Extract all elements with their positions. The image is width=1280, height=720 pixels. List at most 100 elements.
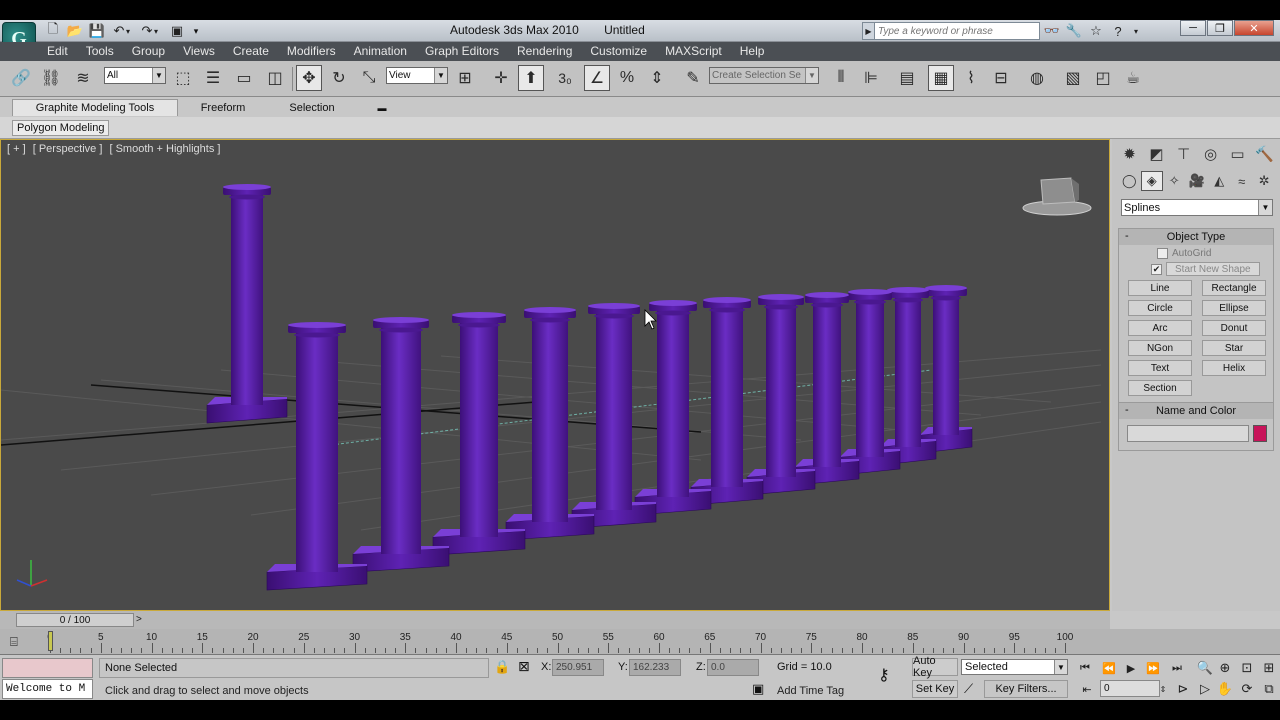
window-crossing-icon[interactable]: ◫ [262, 65, 288, 91]
menu-animation[interactable]: Animation [345, 44, 416, 58]
menu-tools[interactable]: Tools [77, 44, 123, 58]
rectangle-button[interactable]: Rectangle [1202, 280, 1266, 296]
menu-edit[interactable]: Edit [38, 44, 77, 58]
zoom-extents-icon[interactable]: ⊡ [1236, 658, 1258, 678]
keyboard-shortcut-override-icon[interactable]: ⬆ [518, 65, 544, 91]
schematic-view-icon[interactable]: ⊟ [988, 65, 1014, 91]
tab-selection[interactable]: Selection [270, 99, 354, 116]
snaps-toggle-icon[interactable]: 3₀ [552, 65, 578, 91]
zoom-extents-all-icon[interactable]: ⊞ [1258, 658, 1280, 678]
named-selection-sets-dropdown[interactable]: Create Selection Se ▼ [709, 67, 819, 84]
open-file-icon[interactable]: 📂 [66, 22, 84, 40]
donut-button[interactable]: Donut [1202, 320, 1266, 336]
space-warps-icon[interactable]: ≈ [1231, 171, 1254, 191]
menu-group[interactable]: Group [123, 44, 174, 58]
select-and-move-icon[interactable]: ✥ [296, 65, 322, 91]
viewcube[interactable] [1022, 177, 1092, 216]
play-icon[interactable]: ▶ [1120, 659, 1142, 677]
mini-curve-editor-icon[interactable]: ⌸ [10, 634, 18, 650]
absolute-mode-icon[interactable]: ⊠ [518, 658, 530, 675]
geometry-icon[interactable]: ◯ [1118, 171, 1141, 191]
column[interactable] [352, 317, 450, 573]
viewport-menu-plus[interactable]: [ + ] [7, 143, 26, 155]
select-and-scale-icon[interactable]: ⤡ [356, 65, 382, 91]
star-icon[interactable]: ☆ [1087, 22, 1105, 40]
tab-freeform[interactable]: Freeform [180, 99, 266, 116]
create-tab-icon[interactable]: ✹ [1116, 143, 1143, 165]
menu-graph-editors[interactable]: Graph Editors [416, 44, 508, 58]
mirror-icon[interactable]: ⫴ [828, 65, 854, 91]
render-production-icon[interactable]: ☕ [1120, 65, 1146, 91]
viewport-label[interactable]: [ + ] [ Perspective ] [ Smooth + Highlig… [7, 143, 224, 155]
frame-spinner-icon[interactable]: ⇕ [1158, 680, 1168, 698]
viewport-shading-label[interactable]: [ Smooth + Highlights ] [109, 143, 220, 155]
set-key-button[interactable]: Set Key [912, 680, 958, 698]
z-coordinate-field[interactable]: 0.0 [707, 659, 759, 676]
column[interactable] [919, 285, 973, 454]
material-editor-icon[interactable]: ◍ [1024, 65, 1050, 91]
maximize-icon[interactable]: ❐ [1207, 20, 1233, 36]
angle-snap-icon[interactable]: ∠ [584, 65, 610, 91]
minimize-icon[interactable]: ─ [1180, 20, 1206, 36]
redo-dropdown-icon[interactable]: ▾ [152, 22, 160, 40]
time-slider-thumb[interactable]: 0 / 100 [16, 613, 134, 627]
x-coordinate-field[interactable]: 250.951 [552, 659, 604, 676]
zoom-all-icon[interactable]: ⊕ [1214, 658, 1236, 678]
auto-key-button[interactable]: Auto Key [912, 655, 958, 679]
current-frame-field[interactable]: 0 [1100, 680, 1160, 697]
start-new-shape-button[interactable]: Start New Shape [1166, 262, 1260, 276]
helix-button[interactable]: Helix [1202, 360, 1266, 376]
key-mode-dropdown[interactable]: Selected ▼ [961, 659, 1068, 675]
column[interactable] [266, 322, 368, 591]
object-color-swatch[interactable] [1253, 425, 1267, 442]
viewport-view-label[interactable]: [ Perspective ] [33, 143, 103, 155]
field-of-view-icon[interactable]: ⊳ [1172, 679, 1194, 699]
edit-named-selection-icon[interactable]: ✎ [680, 65, 706, 91]
selection-lock-icon[interactable]: 🔒 [494, 659, 510, 675]
motion-tab-icon[interactable]: ◎ [1197, 143, 1224, 165]
perspective-viewport[interactable]: [ + ] [ Perspective ] [ Smooth + Highlig… [0, 139, 1110, 611]
set-keys-icon[interactable]: ⚷ [878, 665, 890, 685]
selection-filter-dropdown[interactable]: All ▼ [104, 67, 166, 84]
help-icon[interactable]: ? [1109, 22, 1127, 40]
polygon-modeling-panel[interactable]: Polygon Modeling [12, 120, 110, 136]
time-slider-next-icon[interactable]: > [136, 614, 142, 625]
display-tab-icon[interactable]: ▭ [1224, 143, 1251, 165]
menu-modifiers[interactable]: Modifiers [278, 44, 345, 58]
go-to-end-icon[interactable]: ⏭ [1166, 659, 1188, 677]
ellipse-button[interactable]: Ellipse [1202, 300, 1266, 316]
menu-rendering[interactable]: Rendering [508, 44, 581, 58]
key-filters-button[interactable]: Key Filters... [984, 680, 1068, 698]
spinner-snap-icon[interactable]: ⇕ [644, 65, 670, 91]
ribbon-options-icon[interactable]: ▬ [372, 99, 392, 116]
close-icon[interactable]: ✕ [1234, 20, 1274, 36]
walk-through-icon[interactable]: ▷ [1194, 679, 1216, 699]
help-dropdown-icon[interactable]: ▾ [1131, 22, 1141, 40]
render-setup-icon[interactable]: ▧ [1060, 65, 1086, 91]
text-button[interactable]: Text [1128, 360, 1192, 376]
menu-views[interactable]: Views [174, 44, 224, 58]
infocenter-search[interactable]: ▶ [862, 22, 1040, 40]
add-time-tag[interactable]: Add Time Tag [777, 685, 844, 697]
align-icon[interactable]: ⊫ [858, 65, 884, 91]
column[interactable] [206, 184, 288, 424]
pan-view-icon[interactable]: ✋ [1214, 679, 1236, 699]
orbit-icon[interactable]: ⟳ [1236, 679, 1258, 699]
search-input[interactable] [878, 25, 1038, 37]
autogrid-checkbox[interactable] [1157, 247, 1168, 259]
rendered-frame-window-icon[interactable]: ◰ [1090, 65, 1116, 91]
save-file-icon[interactable]: 💾 [88, 22, 106, 40]
pivot-center-icon[interactable]: ⊞ [452, 65, 478, 91]
shape-category-dropdown[interactable]: Splines ▼ [1121, 199, 1273, 216]
key-tangent-icon[interactable]: ⟋ [964, 681, 973, 697]
maxscript-listener-input[interactable]: Welcome to M [2, 679, 93, 699]
maximize-viewport-icon[interactable]: ⧉ [1258, 679, 1280, 699]
start-new-shape-checkbox[interactable]: ✔ [1151, 263, 1162, 275]
menu-customize[interactable]: Customize [581, 44, 656, 58]
object-name-field[interactable] [1127, 425, 1249, 442]
lights-icon[interactable]: ✧ [1163, 171, 1186, 191]
percent-snap-icon[interactable]: % [614, 65, 640, 91]
hierarchy-tab-icon[interactable]: ⊤ [1170, 143, 1197, 165]
manipulate-icon[interactable]: ✛ [488, 65, 514, 91]
y-coordinate-field[interactable]: 162.233 [629, 659, 681, 676]
